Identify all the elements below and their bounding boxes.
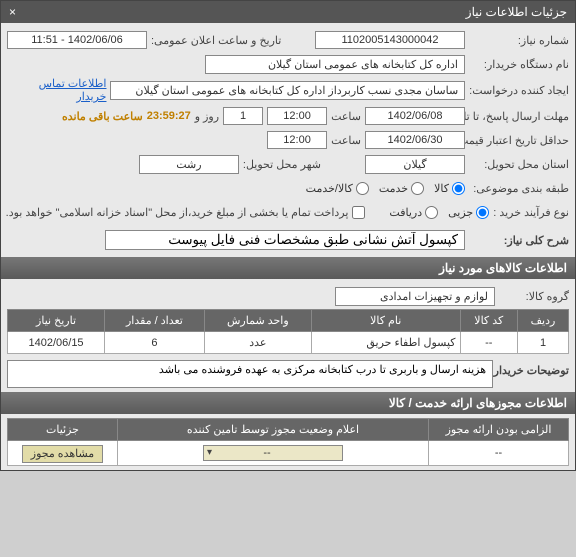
label-goods-group: گروه کالا: [499,290,569,303]
th2-status: اعلام وضعیت مجوز توسط تامین کننده [118,419,429,441]
cell-auth-status: -- [118,441,429,466]
cell-auth-required: -- [429,441,569,466]
radio-partial-input[interactable] [425,206,438,219]
value-city: رشت [139,155,239,174]
auth-table: الزامی بودن ارائه مجوز اعلام وضعیت مجوز … [7,418,569,466]
radio-kala[interactable]: کالا [434,182,465,195]
label-remaining: ساعت باقی مانده [62,110,143,123]
cell-date: 1402/06/15 [8,332,105,354]
label-reply-deadline: مهلت ارسال پاسخ، تا تاریخ: [469,110,569,123]
th-row: ردیف [518,310,569,332]
auth-row: -- -- مشاهده مجوز [8,441,569,466]
subject-class-radios: کالا خدمت کالا/خدمت [306,182,465,195]
radio-khadamat-input[interactable] [411,182,424,195]
label-buyer-org: نام دستگاه خریدار: [469,58,569,71]
contact-link[interactable]: اطلاعات تماس خریدار [7,77,106,103]
cell-name: کپسول اطفاء حریق [311,332,460,354]
value-time-left: 23:59:27 [147,110,191,122]
value-announce-dt: 1402/06/06 - 11:51 [7,31,147,49]
table-row[interactable]: 1 -- کپسول اطفاء حریق عدد 6 1402/06/15 [8,332,569,354]
label-announce-dt: تاریخ و ساعت اعلان عمومی: [151,34,281,47]
auth-header: اطلاعات مجوزهای ارائه خدمت / کالا [1,392,575,414]
cell-qty: 6 [105,332,205,354]
value-goods-group: لوازم و تجهیزات امدادی [335,287,495,306]
window-title: جزئیات اطلاعات نیاز [466,5,567,19]
value-reply-time: 12:00 [267,107,327,125]
label-need-desc: شرح کلی نیاز: [469,234,569,247]
th-code: کد کالا [460,310,517,332]
value-valid-date: 1402/06/30 [365,131,465,149]
payment-checkbox[interactable] [352,206,365,219]
close-icon[interactable]: × [9,5,16,19]
radio-khadamat[interactable]: خدمت [379,182,424,195]
need-desc-input[interactable] [105,230,465,250]
cell-unit: عدد [204,332,311,354]
radio-partial[interactable]: دریافت [389,206,438,219]
cell-row: 1 [518,332,569,354]
items-table: ردیف کد کالا نام کالا واحد شمارش تعداد /… [7,309,569,354]
label-hour1: ساعت [331,110,361,123]
buy-type-radios: جزیی دریافت [389,206,489,219]
value-reply-date: 1402/06/08 [365,107,465,125]
auth-status-select[interactable]: -- [203,445,343,461]
value-need-no: 1102005143000042 [315,31,465,49]
radio-kala-input[interactable] [452,182,465,195]
label-days: روز و [195,110,219,123]
items-header: اطلاعات کالاهای مورد نیاز [1,257,575,279]
th-name: نام کالا [311,310,460,332]
value-days-left: 1 [223,107,263,125]
label-subject-class: طبقه بندی موضوعی: [469,182,569,195]
buyer-notes-input[interactable] [7,360,493,388]
dialog-window: جزئیات اطلاعات نیاز × شماره نیاز: 110200… [0,0,576,471]
label-need-no: شماره نیاز: [469,34,569,47]
th2-required: الزامی بودن ارائه مجوز [429,419,569,441]
cell-code: -- [460,332,517,354]
value-buyer-org: اداره کل کتابخانه های عمومی استان گیلان [205,55,465,74]
th2-details: جزئیات [8,419,118,441]
value-province: گیلان [365,155,465,174]
label-hour2: ساعت [331,134,361,147]
payment-checkbox-wrap[interactable]: پرداخت تمام یا بخشی از مبلغ خرید،از محل … [6,206,366,219]
label-min-validity: حداقل تاریخ اعتبار قیمت، تا تاریخ: [469,134,569,147]
label-city: شهر محل تحویل: [243,158,321,171]
label-requester: ایجاد کننده درخواست: [469,84,569,97]
value-requester: ساسان مجدی نسب کاربرداز اداره کل کتابخان… [110,81,465,100]
value-valid-time: 12:00 [267,131,327,149]
radio-kala-khadamat[interactable]: کالا/خدمت [306,182,369,195]
th-qty: تعداد / مقدار [105,310,205,332]
th-date: تاریخ نیاز [8,310,105,332]
label-payment-note: پرداخت تمام یا بخشی از مبلغ خرید،از محل … [6,206,349,219]
radio-full[interactable]: جزیی [448,206,489,219]
view-auth-button[interactable]: مشاهده مجوز [22,445,103,463]
titlebar: جزئیات اطلاعات نیاز × [1,1,575,23]
label-buyer-notes: توضیحات خریدار: [499,360,569,377]
cell-auth-details: مشاهده مجوز [8,441,118,466]
th-unit: واحد شمارش [204,310,311,332]
label-buy-type: نوع فرآیند خرید : [493,206,569,219]
radio-kk-input[interactable] [356,182,369,195]
label-province: استان محل تحویل: [469,158,569,171]
radio-full-input[interactable] [476,206,489,219]
